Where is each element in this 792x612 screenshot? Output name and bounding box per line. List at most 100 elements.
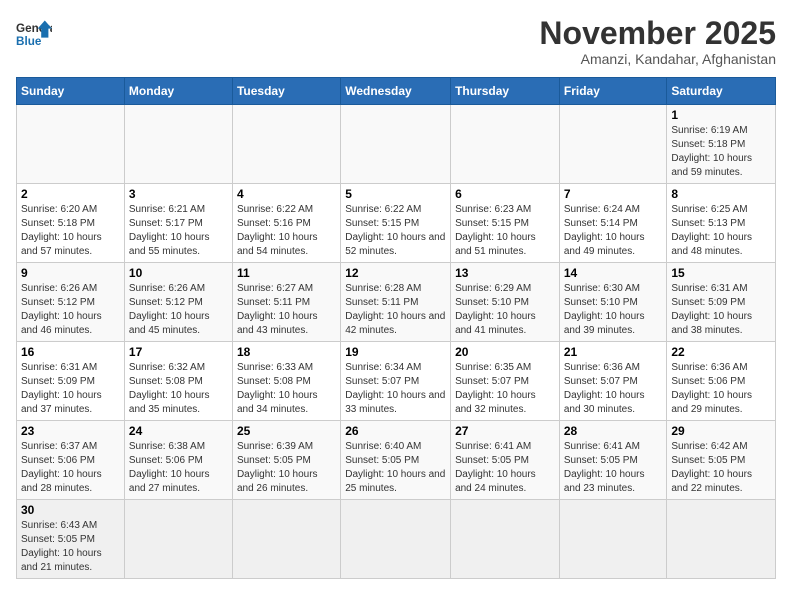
calendar-subtitle: Amanzi, Kandahar, Afghanistan	[539, 51, 776, 67]
day-info: Sunrise: 6:31 AM Sunset: 5:09 PM Dayligh…	[21, 361, 120, 417]
calendar-cell	[559, 500, 667, 579]
day-number: 30	[21, 503, 120, 517]
calendar-cell: 29 Sunrise: 6:42 AM Sunset: 5:05 PM Dayli…	[667, 421, 776, 500]
day-number: 10	[129, 266, 228, 280]
calendar-cell: 8 Sunrise: 6:25 AM Sunset: 5:13 PM Daylig…	[667, 184, 776, 263]
day-number: 9	[21, 266, 120, 280]
day-number: 1	[671, 108, 771, 122]
day-info: Sunrise: 6:39 AM Sunset: 5:05 PM Dayligh…	[237, 440, 336, 496]
day-number: 17	[129, 345, 228, 359]
day-info: Sunrise: 6:37 AM Sunset: 5:06 PM Dayligh…	[21, 440, 120, 496]
weekday-header-row: Sunday Monday Tuesday Wednesday Thursday…	[17, 78, 776, 105]
calendar-cell: 13Sunrise: 6:29 AM Sunset: 5:10 PM Dayli…	[451, 263, 560, 342]
calendar-cell: 11 Sunrise: 6:27 AM Sunset: 5:11 PM Dayli…	[232, 263, 340, 342]
day-info: Sunrise: 6:38 AM Sunset: 5:06 PM Dayligh…	[129, 440, 228, 496]
day-number: 6	[455, 187, 555, 201]
logo: General Blue	[16, 16, 52, 52]
day-info: Sunrise: 6:40 AM Sunset: 5:05 PM Dayligh…	[345, 440, 446, 496]
day-number: 4	[237, 187, 336, 201]
calendar-cell: 10Sunrise: 6:26 AM Sunset: 5:12 PM Dayli…	[124, 263, 232, 342]
day-info: Sunrise: 6:21 AM Sunset: 5:17 PM Dayligh…	[129, 203, 228, 259]
calendar-cell: 7Sunrise: 6:24 AM Sunset: 5:14 PM Daylig…	[559, 184, 667, 263]
day-number: 2	[21, 187, 120, 201]
calendar-cell	[667, 500, 776, 579]
day-number: 14	[564, 266, 663, 280]
day-info: Sunrise: 6:28 AM Sunset: 5:11 PM Dayligh…	[345, 282, 446, 338]
calendar-cell	[341, 500, 451, 579]
day-number: 28	[564, 424, 663, 438]
day-info: Sunrise: 6:26 AM Sunset: 5:12 PM Dayligh…	[21, 282, 120, 338]
calendar-cell: 16Sunrise: 6:31 AM Sunset: 5:09 PM Dayli…	[17, 342, 125, 421]
calendar-cell	[451, 500, 560, 579]
calendar-cell: 21 Sunrise: 6:36 AM Sunset: 5:07 PM Dayli…	[559, 342, 667, 421]
calendar-cell	[451, 105, 560, 184]
header-tuesday: Tuesday	[232, 78, 340, 105]
calendar-table: Sunday Monday Tuesday Wednesday Thursday…	[16, 77, 776, 579]
calendar-cell: 30 Sunrise: 6:43 AM Sunset: 5:05 PM Dayli…	[17, 500, 125, 579]
day-number: 3	[129, 187, 228, 201]
day-number: 15	[671, 266, 771, 280]
day-info: Sunrise: 6:31 AM Sunset: 5:09 PM Dayligh…	[671, 282, 771, 338]
header-friday: Friday	[559, 78, 667, 105]
calendar-cell: 26 Sunrise: 6:40 AM Sunset: 5:05 PM Dayli…	[341, 421, 451, 500]
calendar-cell: 23 Sunrise: 6:37 AM Sunset: 5:06 PM Dayli…	[17, 421, 125, 500]
calendar-cell: 4 Sunrise: 6:22 AM Sunset: 5:16 PM Daylig…	[232, 184, 340, 263]
day-info: Sunrise: 6:34 AM Sunset: 5:07 PM Dayligh…	[345, 361, 446, 417]
calendar-cell	[559, 105, 667, 184]
calendar-cell: 1 Sunrise: 6:19 AM Sunset: 5:18 PM Daylig…	[667, 105, 776, 184]
calendar-row: 9 Sunrise: 6:26 AM Sunset: 5:12 PM Daylig…	[17, 263, 776, 342]
day-number: 20	[455, 345, 555, 359]
day-info: Sunrise: 6:22 AM Sunset: 5:16 PM Dayligh…	[237, 203, 336, 259]
day-info: Sunrise: 6:30 AM Sunset: 5:10 PM Dayligh…	[564, 282, 663, 338]
day-number: 5	[345, 187, 446, 201]
calendar-cell	[341, 105, 451, 184]
calendar-cell: 2 Sunrise: 6:20 AM Sunset: 5:18 PM Daylig…	[17, 184, 125, 263]
day-number: 8	[671, 187, 771, 201]
logo-icon: General Blue	[16, 16, 52, 52]
svg-text:Blue: Blue	[16, 35, 42, 48]
calendar-cell: 22Sunrise: 6:36 AM Sunset: 5:06 PM Dayli…	[667, 342, 776, 421]
calendar-cell: 12 Sunrise: 6:28 AM Sunset: 5:11 PM Dayli…	[341, 263, 451, 342]
day-info: Sunrise: 6:19 AM Sunset: 5:18 PM Dayligh…	[671, 124, 771, 180]
calendar-cell: 25 Sunrise: 6:39 AM Sunset: 5:05 PM Dayli…	[232, 421, 340, 500]
day-info: Sunrise: 6:36 AM Sunset: 5:07 PM Dayligh…	[564, 361, 663, 417]
day-info: Sunrise: 6:43 AM Sunset: 5:05 PM Dayligh…	[21, 519, 120, 575]
calendar-row: 30 Sunrise: 6:43 AM Sunset: 5:05 PM Dayli…	[17, 500, 776, 579]
header-thursday: Thursday	[451, 78, 560, 105]
calendar-cell	[232, 105, 340, 184]
day-number: 22	[671, 345, 771, 359]
calendar-title: November 2025	[539, 16, 776, 51]
header-sunday: Sunday	[17, 78, 125, 105]
calendar-cell: 28 Sunrise: 6:41 AM Sunset: 5:05 PM Dayli…	[559, 421, 667, 500]
calendar-cell: 15 Sunrise: 6:31 AM Sunset: 5:09 PM Dayli…	[667, 263, 776, 342]
day-number: 12	[345, 266, 446, 280]
day-info: Sunrise: 6:35 AM Sunset: 5:07 PM Dayligh…	[455, 361, 555, 417]
calendar-cell: 14 Sunrise: 6:30 AM Sunset: 5:10 PM Dayli…	[559, 263, 667, 342]
calendar-cell: 27Sunrise: 6:41 AM Sunset: 5:05 PM Dayli…	[451, 421, 560, 500]
day-info: Sunrise: 6:23 AM Sunset: 5:15 PM Dayligh…	[455, 203, 555, 259]
day-info: Sunrise: 6:20 AM Sunset: 5:18 PM Dayligh…	[21, 203, 120, 259]
day-number: 18	[237, 345, 336, 359]
calendar-cell: 18Sunrise: 6:33 AM Sunset: 5:08 PM Dayli…	[232, 342, 340, 421]
header-area: General Blue November 2025 Amanzi, Kanda…	[16, 16, 776, 67]
calendar-cell: 3 Sunrise: 6:21 AM Sunset: 5:17 PM Daylig…	[124, 184, 232, 263]
day-info: Sunrise: 6:41 AM Sunset: 5:05 PM Dayligh…	[455, 440, 555, 496]
header-saturday: Saturday	[667, 78, 776, 105]
day-number: 29	[671, 424, 771, 438]
calendar-cell	[232, 500, 340, 579]
day-info: Sunrise: 6:25 AM Sunset: 5:13 PM Dayligh…	[671, 203, 771, 259]
day-number: 19	[345, 345, 446, 359]
day-info: Sunrise: 6:42 AM Sunset: 5:05 PM Dayligh…	[671, 440, 771, 496]
day-number: 21	[564, 345, 663, 359]
calendar-cell: 19 Sunrise: 6:34 AM Sunset: 5:07 PM Dayli…	[341, 342, 451, 421]
day-number: 11	[237, 266, 336, 280]
day-number: 26	[345, 424, 446, 438]
day-info: Sunrise: 6:27 AM Sunset: 5:11 PM Dayligh…	[237, 282, 336, 338]
day-number: 25	[237, 424, 336, 438]
calendar-row: 2 Sunrise: 6:20 AM Sunset: 5:18 PM Daylig…	[17, 184, 776, 263]
day-number: 23	[21, 424, 120, 438]
day-info: Sunrise: 6:22 AM Sunset: 5:15 PM Dayligh…	[345, 203, 446, 259]
calendar-cell: 20 Sunrise: 6:35 AM Sunset: 5:07 PM Dayli…	[451, 342, 560, 421]
day-info: Sunrise: 6:41 AM Sunset: 5:05 PM Dayligh…	[564, 440, 663, 496]
day-number: 24	[129, 424, 228, 438]
